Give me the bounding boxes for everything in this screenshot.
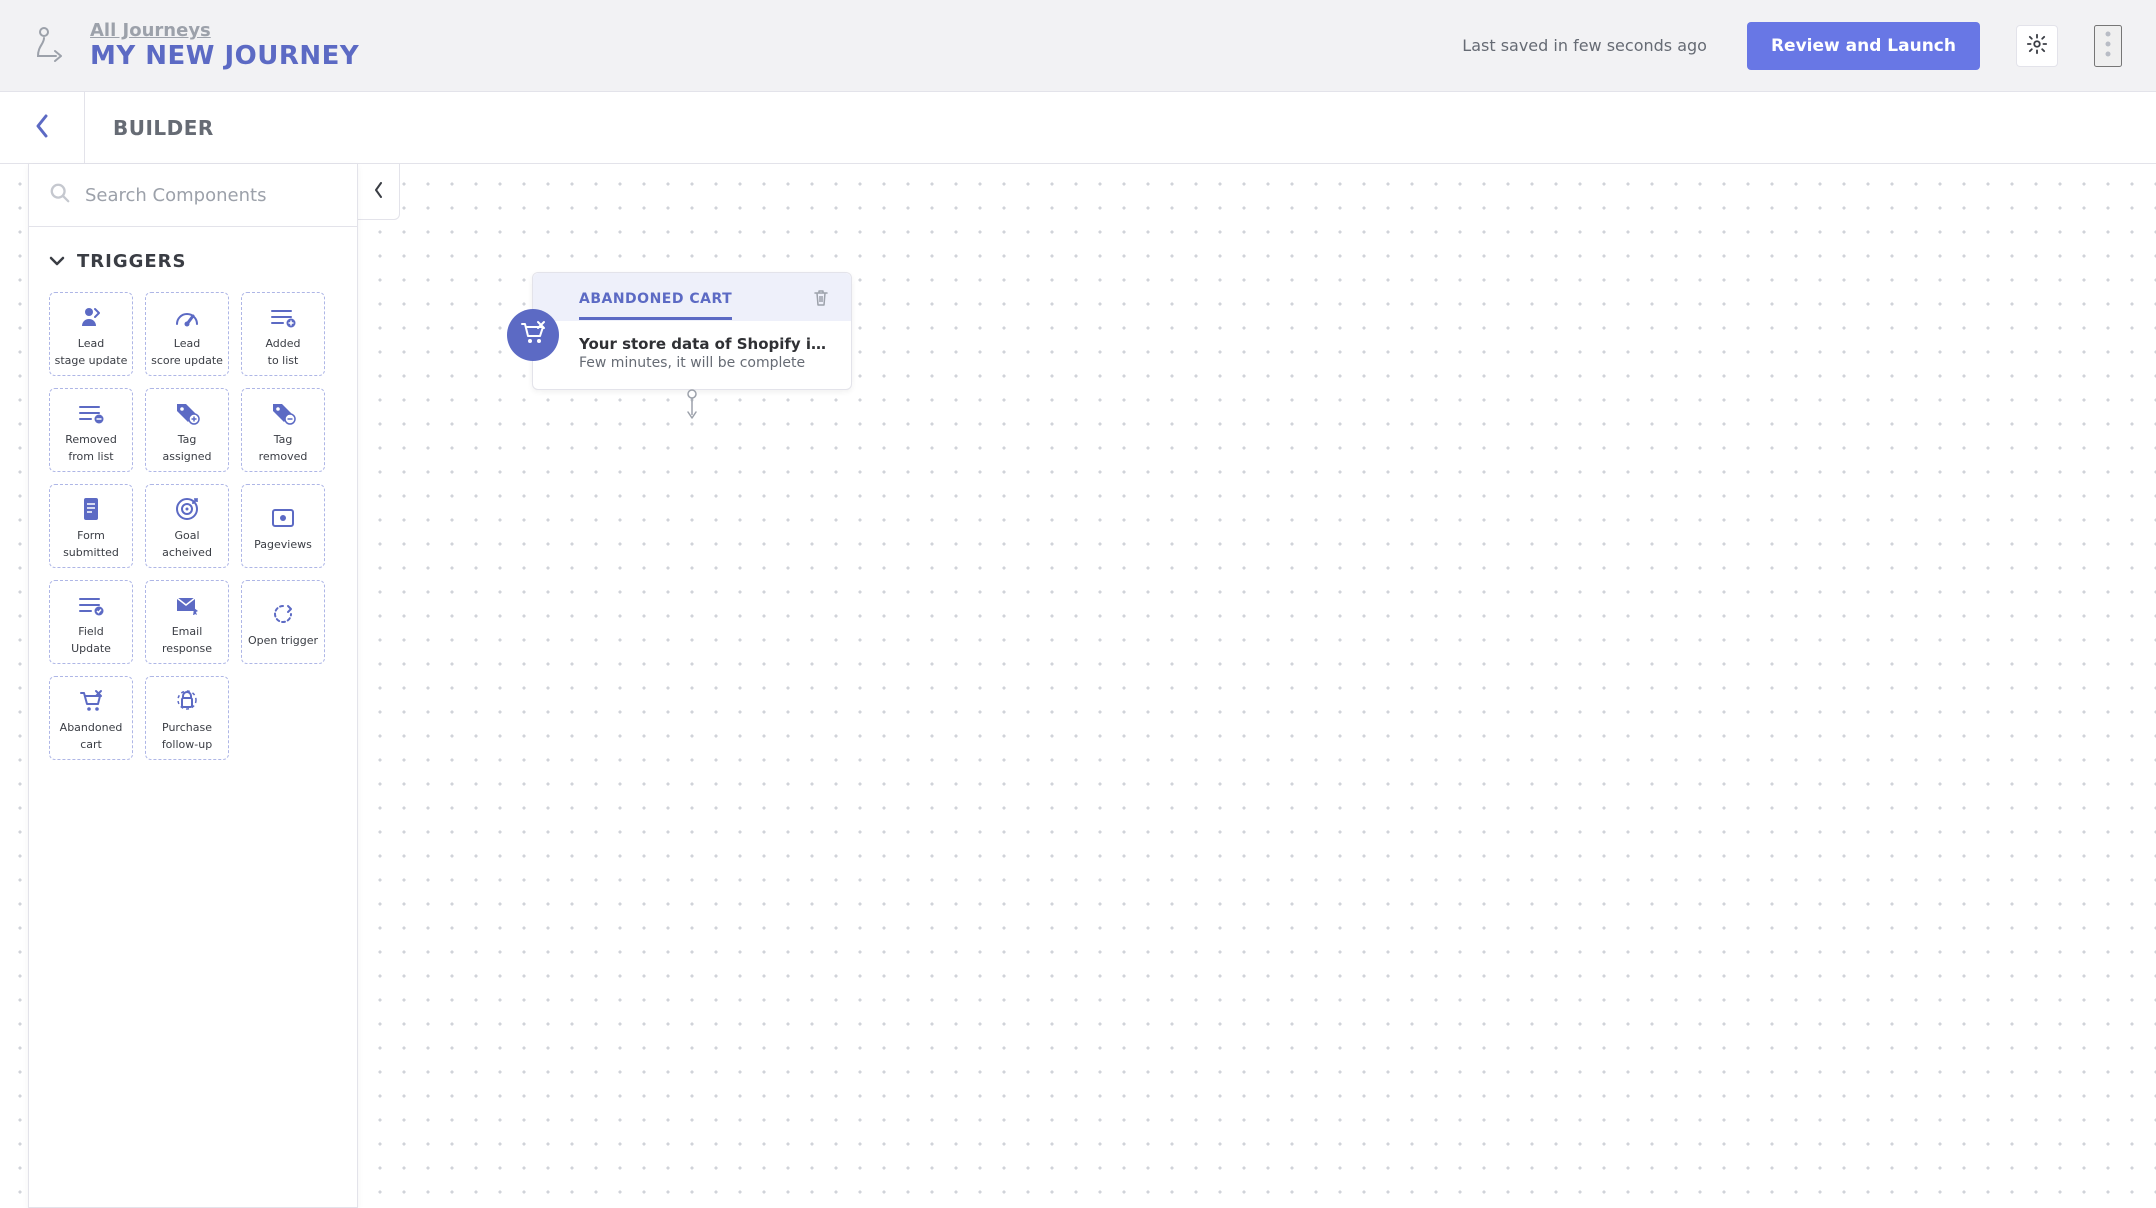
- tile-label-line2: follow-up: [162, 739, 212, 752]
- trigger-tile-gauge[interactable]: Lead score update: [145, 292, 229, 376]
- trigger-tile-page[interactable]: Pageviews: [241, 484, 325, 568]
- email-icon: [174, 588, 200, 622]
- tile-label-line1: Form: [77, 530, 105, 543]
- trigger-tile-tag-minus[interactable]: Tag removed: [241, 388, 325, 472]
- tile-label-line1: Field: [78, 626, 103, 639]
- form-icon: [81, 492, 101, 526]
- trigger-grid: Lead stage update Lead score update Added to …: [49, 292, 337, 760]
- back-button[interactable]: [0, 92, 85, 163]
- delete-node-button[interactable]: [813, 289, 829, 321]
- tile-label-line2: acheived: [162, 547, 212, 560]
- page-title: MY NEW JOURNEY: [90, 41, 359, 71]
- triggers-label: TRIGGERS: [77, 251, 187, 272]
- tile-label-line1: Tag: [178, 434, 197, 447]
- tile-label-line2: score update: [151, 355, 223, 368]
- tile-label-line2: from list: [68, 451, 113, 464]
- canvas-node-abandoned-cart[interactable]: ABANDONED CART Your store data of Shopif…: [532, 272, 852, 390]
- trash-icon: [813, 292, 829, 311]
- tile-label-line1: Removed: [65, 434, 117, 447]
- node-message-subtitle: Few minutes, it will be complete: [579, 355, 829, 371]
- tile-label-line1: Open trigger: [248, 635, 318, 648]
- tile-label-line2: stage update: [55, 355, 128, 368]
- header-titles: All Journeys MY NEW JOURNEY: [90, 20, 359, 71]
- journey-icon: [34, 26, 68, 66]
- lead-stage-icon: [78, 300, 104, 334]
- search-input[interactable]: [85, 185, 337, 206]
- chevron-left-icon: [373, 180, 385, 204]
- tile-label-line1: Tag: [274, 434, 293, 447]
- last-saved-text: Last saved in few seconds ago: [1462, 36, 1707, 55]
- breadcrumb[interactable]: All Journeys: [90, 20, 359, 41]
- list-add-icon: [269, 300, 297, 334]
- tile-label-line2: cart: [80, 739, 102, 752]
- trigger-tile-email[interactable]: Email response: [145, 580, 229, 664]
- field-icon: [77, 588, 105, 622]
- tile-label-line2: assigned: [163, 451, 212, 464]
- section-title: BUILDER: [85, 116, 214, 140]
- tile-label-line1: Lead: [78, 338, 104, 351]
- goal-icon: [174, 492, 200, 526]
- node-body: Your store data of Shopify is being sync…: [533, 321, 851, 389]
- tile-label-line2: Update: [71, 643, 111, 656]
- node-header: ABANDONED CART: [533, 273, 851, 321]
- chevron-left-icon: [34, 112, 50, 144]
- tile-label-line2: removed: [259, 451, 308, 464]
- node-output-connector[interactable]: [685, 389, 699, 427]
- tile-label-line2: to list: [268, 355, 299, 368]
- cart-icon: [519, 319, 547, 351]
- settings-button[interactable]: [2016, 25, 2058, 67]
- page-icon: [270, 501, 296, 535]
- search-row: [29, 164, 357, 227]
- subheader: BUILDER: [0, 92, 2156, 164]
- tile-label-line1: Abandoned: [60, 722, 123, 735]
- trigger-tile-form[interactable]: Form submitted: [49, 484, 133, 568]
- trigger-tile-tag-plus[interactable]: Tag assigned: [145, 388, 229, 472]
- gauge-icon: [173, 300, 201, 334]
- overflow-menu-button[interactable]: [2094, 25, 2122, 67]
- trigger-tile-cart[interactable]: Abandoned cart: [49, 676, 133, 760]
- list-remove-icon: [77, 396, 105, 430]
- workspace-canvas[interactable]: TRIGGERS Lead stage update Lead score updat…: [0, 164, 2156, 1208]
- trigger-tile-list-remove[interactable]: Removed from list: [49, 388, 133, 472]
- tag-plus-icon: [174, 396, 200, 430]
- cart-icon: [78, 684, 104, 718]
- search-icon: [49, 182, 71, 208]
- tile-label-line1: Purchase: [162, 722, 212, 735]
- tile-label-line1: Email: [172, 626, 203, 639]
- open-icon: [271, 597, 295, 631]
- triggers-section-header[interactable]: TRIGGERS: [49, 251, 337, 272]
- gear-icon: [2026, 33, 2048, 59]
- review-launch-button[interactable]: Review and Launch: [1747, 22, 1980, 70]
- node-tab-label: ABANDONED CART: [579, 291, 732, 320]
- tile-label-line1: Added: [265, 338, 300, 351]
- components-sidebar: TRIGGERS Lead stage update Lead score updat…: [28, 164, 358, 1208]
- node-badge: [507, 309, 559, 361]
- trigger-tile-purchase[interactable]: Purchase follow-up: [145, 676, 229, 760]
- tag-minus-icon: [270, 396, 296, 430]
- trigger-tile-lead-stage[interactable]: Lead stage update: [49, 292, 133, 376]
- tile-label-line1: Goal: [174, 530, 199, 543]
- node-message-title: Your store data of Shopify is being sync…: [579, 335, 829, 353]
- collapse-sidebar-button[interactable]: [358, 164, 400, 220]
- trigger-tile-open[interactable]: Open trigger: [241, 580, 325, 664]
- tile-label-line2: submitted: [63, 547, 119, 560]
- tile-label-line1: Pageviews: [254, 539, 312, 552]
- vertical-dots-icon: [2105, 31, 2111, 61]
- trigger-tile-field[interactable]: Field Update: [49, 580, 133, 664]
- app-header: All Journeys MY NEW JOURNEY Last saved i…: [0, 0, 2156, 92]
- purchase-icon: [175, 684, 199, 718]
- tile-label-line1: Lead: [174, 338, 200, 351]
- chevron-down-icon: [49, 251, 65, 272]
- tile-label-line2: response: [162, 643, 212, 656]
- trigger-tile-list-add[interactable]: Added to list: [241, 292, 325, 376]
- trigger-tile-goal[interactable]: Goal acheived: [145, 484, 229, 568]
